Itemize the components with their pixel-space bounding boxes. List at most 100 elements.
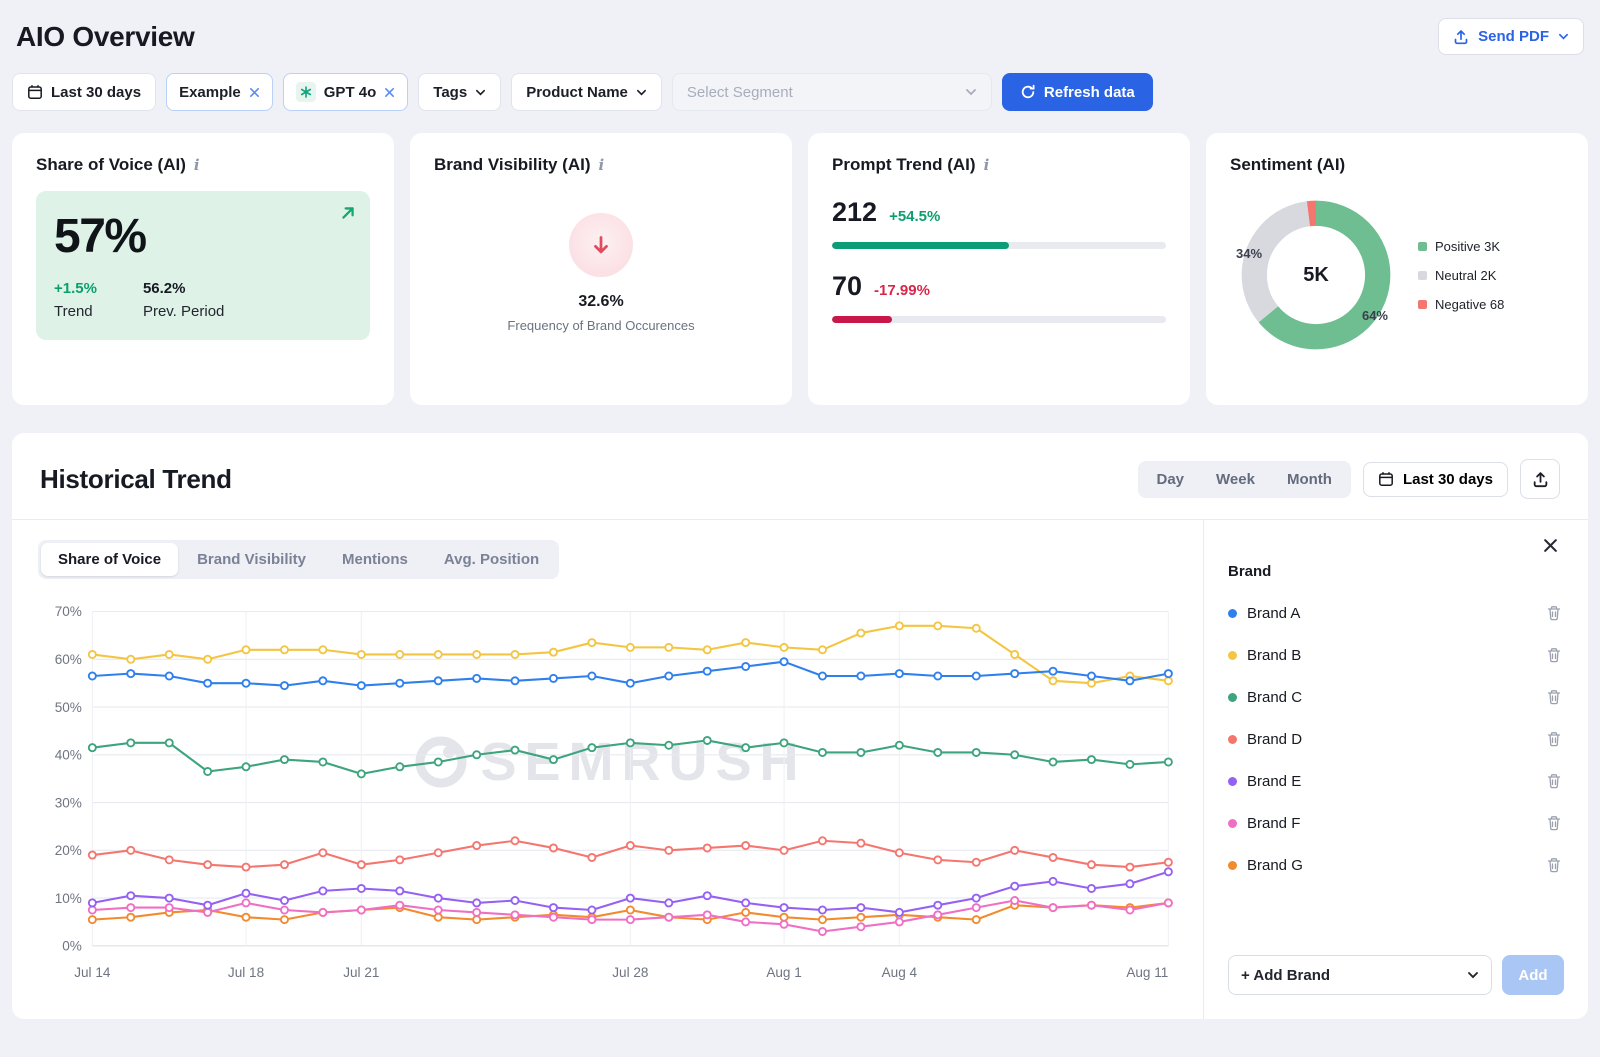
- share-of-voice-card: Share of Voice (AI) i 57% +1.5% Trend 56…: [12, 133, 394, 405]
- filter-chip-gpt4o[interactable]: GPT 4o: [283, 73, 409, 111]
- delete-brand-icon[interactable]: [1544, 687, 1564, 707]
- delete-brand-icon[interactable]: [1544, 603, 1564, 623]
- marker-brand-g: [819, 916, 826, 923]
- marker-brand-e: [550, 904, 557, 911]
- marker-brand-a: [89, 672, 96, 679]
- info-icon[interactable]: i: [984, 156, 990, 174]
- brand-visibility-caption: Frequency of Brand Occurences: [507, 318, 694, 333]
- marker-brand-a: [435, 677, 442, 684]
- export-button[interactable]: [1520, 459, 1560, 499]
- granularity-week[interactable]: Week: [1200, 464, 1271, 495]
- marker-brand-d: [127, 847, 134, 854]
- filter-chip-example[interactable]: Example: [166, 73, 273, 111]
- info-icon[interactable]: i: [599, 156, 605, 174]
- add-brand-select[interactable]: + Add Brand: [1228, 955, 1492, 995]
- legend-swatch: [1418, 300, 1427, 309]
- delete-brand-icon[interactable]: [1544, 645, 1564, 665]
- marker-brand-f: [473, 909, 480, 916]
- trend-date-range-button[interactable]: Last 30 days: [1363, 462, 1508, 497]
- brand-row-f[interactable]: Brand F: [1228, 802, 1564, 844]
- marker-brand-c: [1011, 751, 1018, 758]
- marker-brand-e: [358, 885, 365, 892]
- marker-brand-g: [473, 916, 480, 923]
- marker-brand-a: [857, 672, 864, 679]
- marker-brand-d: [89, 852, 96, 859]
- brand-row-d[interactable]: Brand D: [1228, 718, 1564, 760]
- remove-chip-icon[interactable]: [249, 87, 260, 98]
- tab-brand-visibility[interactable]: Brand Visibility: [180, 543, 323, 576]
- marker-brand-b: [358, 651, 365, 658]
- marker-brand-b: [127, 656, 134, 663]
- granularity-month[interactable]: Month: [1271, 464, 1348, 495]
- marker-brand-b: [435, 651, 442, 658]
- brand-color-dot: [1228, 651, 1237, 660]
- marker-brand-d: [780, 847, 787, 854]
- x-tick-label: Jul 21: [343, 965, 379, 980]
- marker-brand-c: [665, 742, 672, 749]
- brand-name: Brand B: [1247, 647, 1301, 664]
- card-title: Share of Voice (AI): [36, 155, 186, 175]
- delete-brand-icon[interactable]: [1544, 729, 1564, 749]
- brand-row-g[interactable]: Brand G: [1228, 844, 1564, 886]
- product-name-dropdown[interactable]: Product Name: [511, 73, 662, 111]
- marker-brand-b: [204, 656, 211, 663]
- granularity-toggle: Day Week Month: [1138, 461, 1351, 498]
- marker-brand-c: [742, 744, 749, 751]
- tab-mentions[interactable]: Mentions: [325, 543, 425, 576]
- share-of-voice-panel[interactable]: 57% +1.5% Trend 56.2% Prev. Period: [36, 191, 370, 340]
- upload-icon: [1453, 29, 1469, 45]
- tags-dropdown[interactable]: Tags: [418, 73, 501, 111]
- marker-brand-c: [281, 756, 288, 763]
- add-brand-button[interactable]: Add: [1502, 955, 1564, 995]
- close-panel-button[interactable]: [1537, 532, 1564, 559]
- down-arrow-badge: [569, 213, 633, 277]
- top-bar: AIO Overview Send PDF: [12, 10, 1588, 69]
- marker-brand-b: [934, 622, 941, 629]
- marker-brand-g: [89, 916, 96, 923]
- marker-brand-c: [934, 749, 941, 756]
- marker-brand-c: [588, 744, 595, 751]
- legend-swatch: [1418, 271, 1427, 280]
- marker-brand-d: [166, 856, 173, 863]
- trend-chart-area: Share of Voice Brand Visibility Mentions…: [12, 520, 1203, 1019]
- marker-brand-e: [204, 902, 211, 909]
- marker-brand-f: [319, 909, 326, 916]
- brand-row-c[interactable]: Brand C: [1228, 676, 1564, 718]
- delete-brand-icon[interactable]: [1544, 855, 1564, 875]
- marker-brand-d: [511, 837, 518, 844]
- brand-row-a[interactable]: Brand A: [1228, 592, 1564, 634]
- delete-brand-icon[interactable]: [1544, 813, 1564, 833]
- marker-brand-f: [396, 902, 403, 909]
- granularity-day[interactable]: Day: [1141, 464, 1201, 495]
- marker-brand-f: [1126, 906, 1133, 913]
- marker-brand-d: [358, 861, 365, 868]
- brand-row-b[interactable]: Brand B: [1228, 634, 1564, 676]
- x-tick-label: Jul 18: [228, 965, 264, 980]
- y-tick-label: 30%: [55, 795, 82, 810]
- marker-brand-c: [780, 739, 787, 746]
- marker-brand-g: [281, 916, 288, 923]
- marker-brand-e: [127, 892, 134, 899]
- marker-brand-d: [896, 849, 903, 856]
- date-range-button[interactable]: Last 30 days: [12, 73, 156, 111]
- chevron-down-icon: [475, 87, 486, 98]
- marker-brand-f: [204, 909, 211, 916]
- info-icon[interactable]: i: [194, 156, 200, 174]
- tab-avg-position[interactable]: Avg. Position: [427, 543, 556, 576]
- brand-row-e[interactable]: Brand E: [1228, 760, 1564, 802]
- send-pdf-button[interactable]: Send PDF: [1438, 18, 1584, 55]
- aio-overview-page: AIO Overview Send PDF Last 30 days Examp…: [0, 0, 1600, 1019]
- segment-select[interactable]: Select Segment: [672, 73, 992, 111]
- delete-brand-icon[interactable]: [1544, 771, 1564, 791]
- marker-brand-c: [627, 739, 634, 746]
- marker-brand-b: [665, 644, 672, 651]
- remove-chip-icon[interactable]: [384, 87, 395, 98]
- refresh-data-button[interactable]: Refresh data: [1002, 73, 1153, 111]
- marker-brand-d: [857, 840, 864, 847]
- marker-brand-a: [780, 658, 787, 665]
- card-title: Brand Visibility (AI): [434, 155, 591, 175]
- marker-brand-a: [319, 677, 326, 684]
- metric-tabs: Share of Voice Brand Visibility Mentions…: [38, 540, 559, 579]
- tab-share-of-voice[interactable]: Share of Voice: [41, 543, 178, 576]
- brand-name: Brand G: [1247, 857, 1303, 874]
